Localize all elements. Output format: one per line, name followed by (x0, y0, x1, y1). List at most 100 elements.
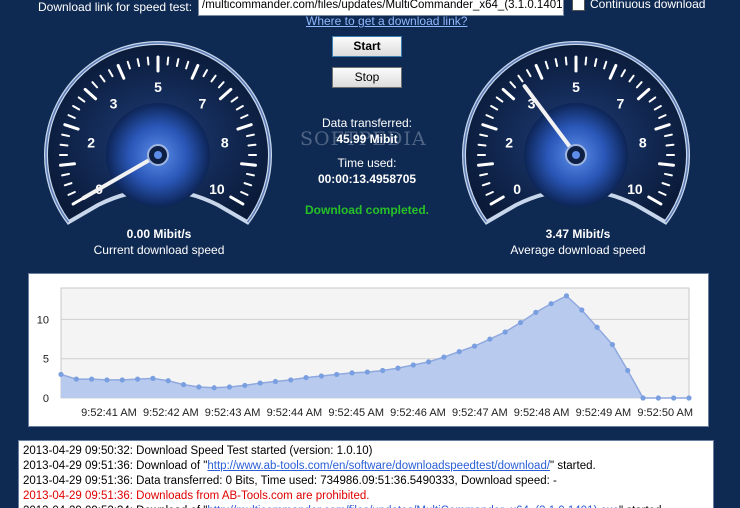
average-gauge-tick-label: 8 (639, 134, 647, 150)
chart-point (655, 395, 661, 401)
current-gauge-tick (246, 172, 255, 177)
chart-point (364, 369, 370, 375)
chart-point (257, 380, 263, 386)
chart-point (594, 324, 600, 330)
chart-point (502, 329, 508, 335)
chart-x-tick-label: 9:52:42 AM (143, 407, 199, 419)
chart-y-tick-label: 5 (43, 354, 49, 366)
chart-point (318, 373, 324, 379)
chart-point (334, 371, 340, 378)
average-gauge-tick (584, 56, 588, 66)
chart-point (563, 293, 570, 299)
average-gauge-tick (477, 162, 494, 167)
chart-point (579, 307, 585, 313)
speed-chart: 0 5 10 9:52:41 AM 9:52:42 AM 9:52:43 AM 9:52:4… (37, 287, 693, 419)
chart-x-tick-label: 9:52:45 AM (328, 407, 384, 419)
chart-point (196, 384, 202, 390)
stop-button[interactable]: Stop (332, 67, 402, 88)
current-gauge-tick (240, 162, 257, 167)
current-speed-value: 0.00 Mibit/s (126, 227, 192, 241)
time-used-label: Time used: (337, 156, 397, 170)
current-gauge-tick (175, 58, 180, 67)
chart-point (288, 377, 294, 383)
chart-point (517, 319, 524, 326)
average-gauge-tick (479, 133, 488, 138)
average-gauge-tick (665, 143, 675, 147)
chart-point (533, 309, 539, 315)
chart-point (609, 341, 616, 348)
current-gauge-tick-label: 10 (209, 181, 225, 197)
data-transferred-value: 45.99 Mibit (336, 132, 398, 146)
average-gauge-tick (479, 172, 488, 177)
url-label: Download link for speed test: (38, 0, 193, 14)
log-panel[interactable]: 2013-04-29 09:50:32: Download Speed Test… (18, 440, 714, 508)
current-gauge-tick (166, 56, 170, 66)
average-gauge-tick (664, 133, 673, 138)
current-gauge-tick (136, 58, 141, 67)
chart-x-tick-label: 9:52:44 AM (267, 407, 323, 419)
start-button[interactable]: Start (332, 36, 402, 57)
chart-point (686, 395, 692, 401)
chart-point (73, 376, 79, 382)
average-gauge-tick (564, 56, 568, 66)
chart-x-tick-label: 9:52:49 AM (576, 407, 632, 419)
chart-point (640, 395, 646, 401)
chart-x-tick-label: 9:52:43 AM (205, 407, 261, 419)
chart-point (426, 359, 432, 365)
current-gauge-tick-label: 3 (110, 96, 118, 112)
chart-point (548, 301, 554, 307)
chart-point (303, 374, 309, 381)
current-gauge-tick-label: 2 (87, 134, 95, 150)
chart-point (119, 377, 125, 383)
speed-chart-panel: 0 5 10 9:52:41 AM 9:52:42 AM 9:52:43 AM 9:52:4… (28, 273, 709, 427)
chart-point (410, 362, 416, 368)
chart-x-tick-label: 9:52:46 AM (390, 407, 446, 419)
log-link[interactable]: http://www.ab-tools.com/en/software/down… (207, 460, 550, 472)
chart-point (471, 343, 478, 349)
average-gauge-tick-label: 7 (617, 96, 625, 112)
average-gauge-tick-label: 0 (513, 181, 521, 197)
average-gauge-tick (658, 162, 675, 167)
current-gauge-tick (146, 56, 150, 66)
log-line: 2013-04-29 09:52:34: Download of "http:/… (23, 504, 709, 508)
chart-point (89, 376, 95, 382)
current-gauge-tick-label: 8 (221, 134, 229, 150)
chart-point (211, 385, 217, 391)
chart-point (58, 371, 64, 378)
chart-point (671, 395, 677, 401)
chart-point (441, 354, 447, 360)
chart-point (150, 375, 156, 381)
average-speed-value: 3.47 Mibit/s (545, 227, 611, 241)
average-gauge-tick (593, 58, 598, 67)
chart-point (380, 367, 386, 374)
current-gauge-tick (61, 172, 70, 177)
current-gauge-tick (247, 143, 257, 147)
current-gauge-tick-label: 5 (154, 79, 162, 95)
get-download-link[interactable]: Where to get a download link? (306, 14, 467, 28)
chart-x-tick-label: 9:52:48 AM (514, 407, 570, 419)
data-transferred-label: Data transferred: (321, 116, 413, 130)
continuous-download-checkbox[interactable] (572, 0, 585, 11)
current-gauge-tick-label: 7 (199, 96, 207, 112)
continuous-download-label[interactable]: Continuous download (590, 0, 705, 11)
current-speed-gauge: 02357810 (44, 41, 272, 225)
log-text: 2013-04-29 09:51:36: Download of " (23, 460, 208, 472)
log-line: 2013-04-29 09:50:32: Download Speed Test… (23, 445, 373, 457)
chart-x-tick-label: 9:52:50 AM (637, 407, 693, 419)
chart-point (242, 382, 248, 389)
chart-point (104, 377, 110, 383)
current-gauge-tick (59, 143, 69, 147)
current-gauge-tick (59, 162, 76, 167)
chart-point (226, 384, 233, 390)
average-gauge-tick (554, 58, 559, 67)
chart-point (395, 365, 401, 371)
average-gauge-tick (664, 172, 673, 177)
status-message: Download completed. (304, 203, 429, 217)
average-gauge-tick-label: 5 (572, 79, 580, 95)
average-gauge-tick-label: 2 (505, 134, 513, 150)
chart-y-tick-label: 10 (37, 314, 49, 326)
average-speed-gauge: 02357810 (462, 41, 690, 225)
average-gauge-tick (477, 143, 487, 147)
chart-point (625, 367, 631, 374)
chart-point (134, 376, 141, 382)
